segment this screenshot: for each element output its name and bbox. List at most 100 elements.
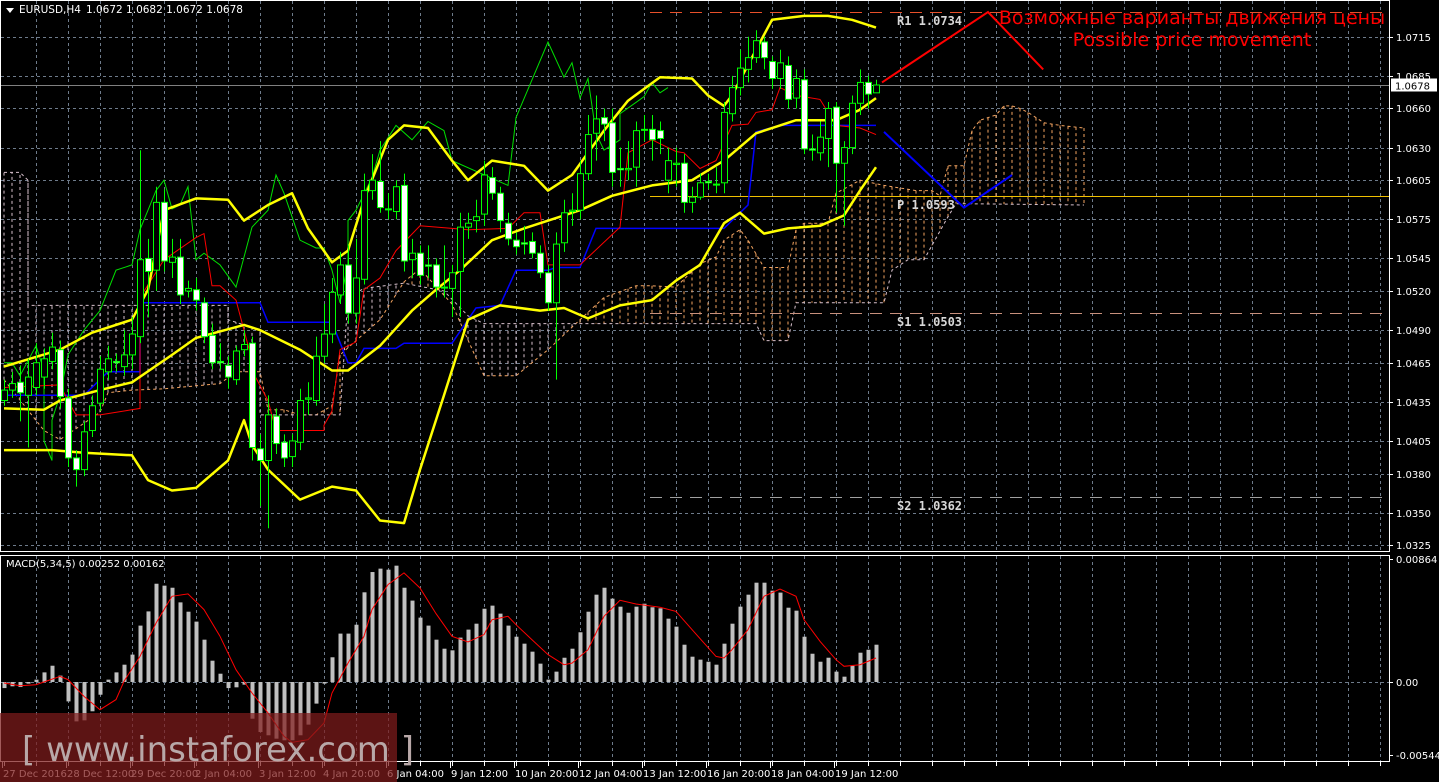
candle[interactable] <box>113 353 120 372</box>
macd-histogram-bar <box>330 657 335 682</box>
candle[interactable] <box>825 101 832 168</box>
candle[interactable] <box>257 434 264 507</box>
candle[interactable] <box>409 238 416 278</box>
candle[interactable] <box>321 304 328 363</box>
candle[interactable] <box>177 238 184 305</box>
candle[interactable] <box>265 395 272 529</box>
candle[interactable] <box>601 108 608 142</box>
candle[interactable] <box>529 232 536 259</box>
candle[interactable] <box>225 356 232 389</box>
dropdown-triangle-icon[interactable] <box>6 7 14 13</box>
candle[interactable] <box>761 36 768 70</box>
candle[interactable] <box>81 421 88 477</box>
candle[interactable] <box>753 30 760 63</box>
candle[interactable] <box>705 173 712 190</box>
candle[interactable] <box>649 115 656 161</box>
candle[interactable] <box>633 121 640 187</box>
candle[interactable] <box>329 277 336 344</box>
candle[interactable] <box>73 450 80 487</box>
candle[interactable] <box>105 345 112 380</box>
candle[interactable] <box>441 245 448 298</box>
candle[interactable] <box>1 379 8 406</box>
candle[interactable] <box>369 154 376 200</box>
candle[interactable] <box>281 434 288 468</box>
candle[interactable] <box>617 147 624 187</box>
candle[interactable] <box>793 69 800 109</box>
candle[interactable] <box>385 193 392 220</box>
macd-histogram-bar <box>522 643 527 682</box>
candle[interactable] <box>465 212 472 239</box>
candle[interactable] <box>217 343 224 370</box>
candle[interactable] <box>801 69 808 155</box>
candle[interactable] <box>137 150 144 344</box>
candle[interactable] <box>353 238 360 324</box>
candle[interactable] <box>401 173 408 272</box>
candle[interactable] <box>769 56 776 89</box>
candle[interactable] <box>305 382 312 415</box>
candle[interactable] <box>425 245 432 278</box>
candle[interactable] <box>209 323 216 370</box>
candle[interactable] <box>513 232 520 255</box>
candle[interactable] <box>345 245 352 324</box>
candle[interactable] <box>457 212 464 318</box>
candle[interactable] <box>849 95 856 155</box>
candle[interactable] <box>297 388 304 451</box>
candle[interactable] <box>313 336 320 406</box>
candle[interactable] <box>489 167 496 200</box>
candle[interactable] <box>393 180 400 220</box>
candle[interactable] <box>577 160 584 220</box>
candle[interactable] <box>689 186 696 213</box>
candle[interactable] <box>641 115 648 142</box>
candle[interactable] <box>777 49 784 89</box>
candle[interactable] <box>33 343 40 396</box>
candle[interactable] <box>289 434 296 468</box>
candle[interactable] <box>553 232 560 380</box>
candle[interactable] <box>745 36 752 83</box>
candle[interactable] <box>625 141 632 181</box>
candle[interactable] <box>233 345 240 385</box>
candle[interactable] <box>545 264 552 311</box>
candle[interactable] <box>785 56 792 109</box>
candle[interactable] <box>593 95 600 161</box>
candle[interactable] <box>537 245 544 278</box>
candle[interactable] <box>417 245 424 285</box>
candle[interactable] <box>89 395 96 438</box>
candle[interactable] <box>569 193 576 226</box>
candle[interactable] <box>161 189 168 272</box>
candle[interactable] <box>473 199 480 233</box>
candle[interactable] <box>121 330 128 376</box>
candle[interactable] <box>249 336 256 461</box>
candle[interactable] <box>737 49 744 96</box>
candle[interactable] <box>169 238 176 278</box>
price-panel[interactable]: R1 1.0734 P 1.0593 S1 1.0503 S2 1.0362 <box>1 10 1389 529</box>
candle[interactable] <box>185 280 192 298</box>
candle[interactable] <box>129 317 136 370</box>
candle-body <box>665 160 672 181</box>
candle-body <box>105 358 112 373</box>
candle[interactable] <box>721 101 728 194</box>
candle[interactable] <box>817 121 824 161</box>
candle[interactable] <box>681 154 688 213</box>
candle[interactable] <box>201 297 208 344</box>
candle[interactable] <box>361 173 368 285</box>
macd-histogram-bar <box>466 629 471 682</box>
candle[interactable] <box>561 199 568 252</box>
candle[interactable] <box>585 115 592 181</box>
candle[interactable] <box>25 358 32 448</box>
candle[interactable] <box>97 356 104 411</box>
candle[interactable] <box>609 108 616 187</box>
trading-chart[interactable]: R1 1.0734 P 1.0593 S1 1.0503 S2 1.0362 1.07… <box>0 0 1439 782</box>
candle[interactable] <box>657 121 664 155</box>
candle[interactable] <box>713 167 720 194</box>
candle[interactable] <box>873 79 880 94</box>
candle[interactable] <box>665 147 672 194</box>
candle[interactable] <box>481 160 488 226</box>
candle[interactable] <box>809 134 816 161</box>
candle[interactable] <box>241 330 248 357</box>
candle[interactable] <box>57 340 64 409</box>
candle[interactable] <box>9 371 16 398</box>
candle[interactable] <box>497 186 504 233</box>
candle[interactable] <box>65 388 72 468</box>
candle[interactable] <box>729 75 736 122</box>
candle[interactable] <box>505 212 512 246</box>
